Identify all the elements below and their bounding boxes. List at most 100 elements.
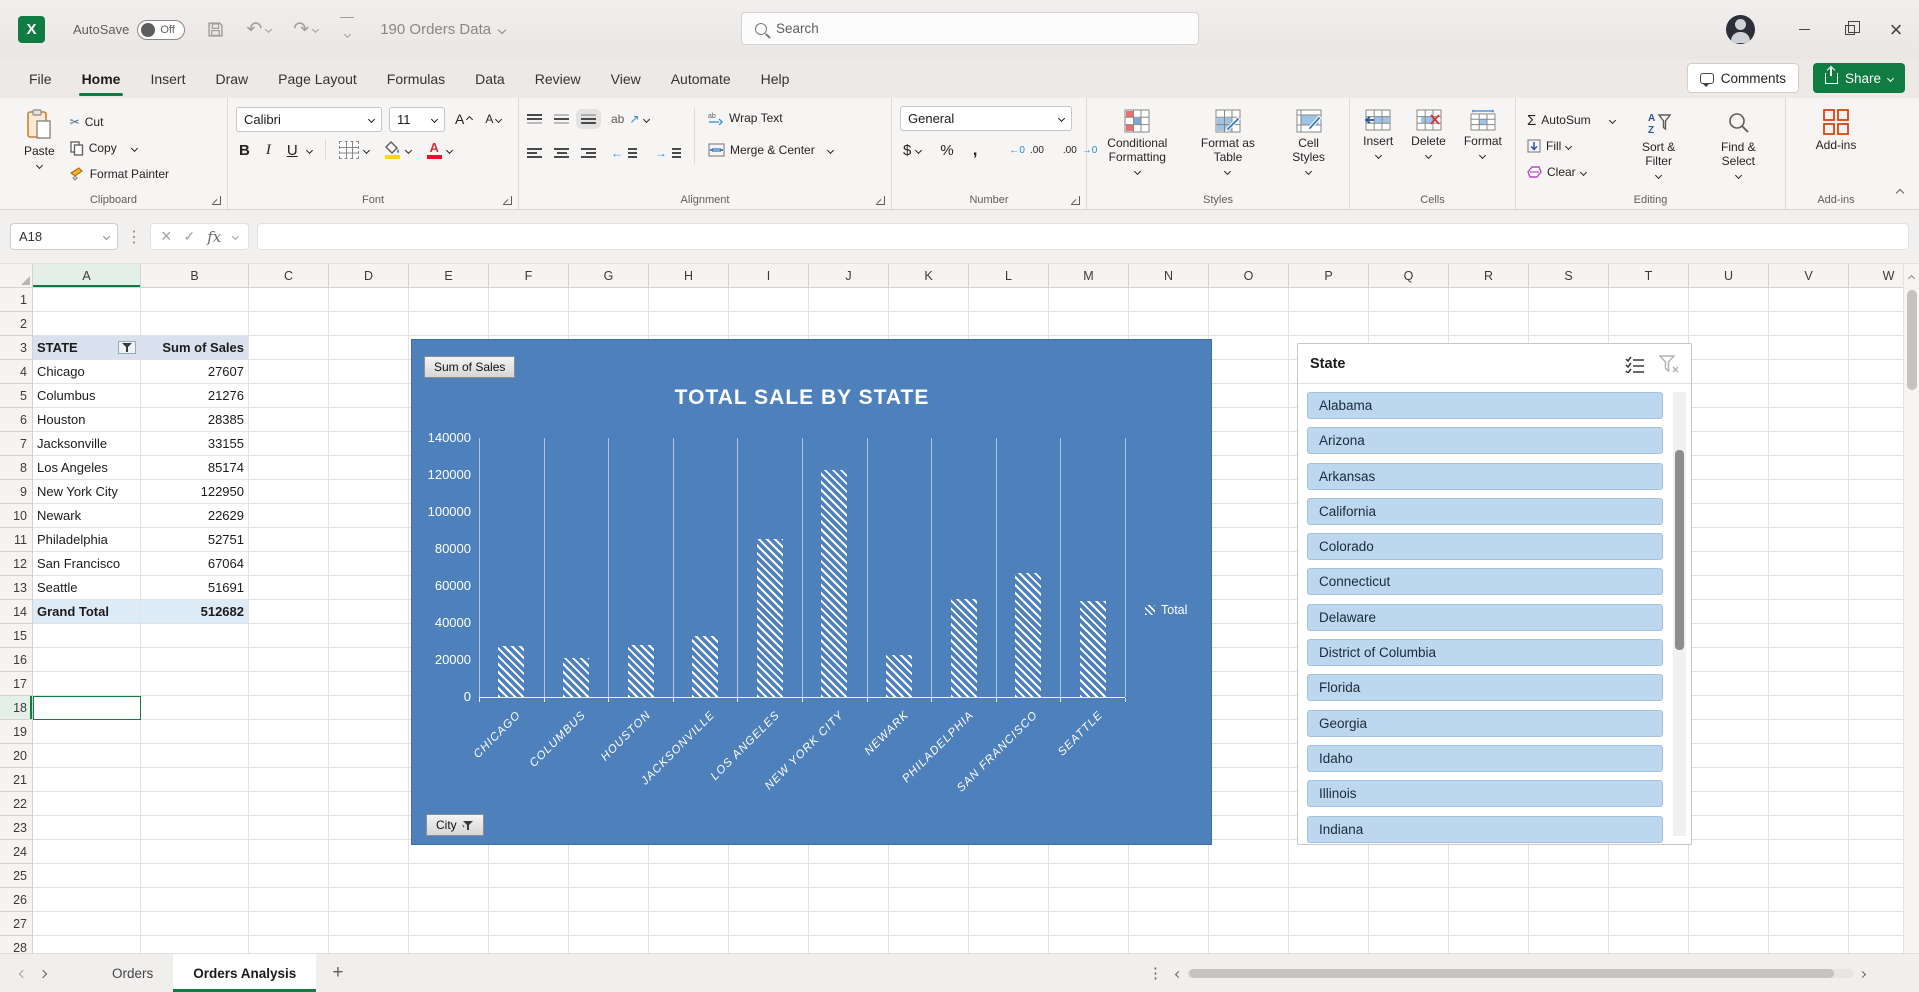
cell-B3[interactable]: Sum of Sales	[141, 336, 249, 360]
cell-I25[interactable]	[729, 864, 809, 888]
cell-O23[interactable]	[1209, 816, 1289, 840]
cell-H2[interactable]	[649, 312, 729, 336]
cell-B25[interactable]	[141, 864, 249, 888]
cell-A23[interactable]	[33, 816, 141, 840]
cell-G25[interactable]	[569, 864, 649, 888]
cell-K26[interactable]	[889, 888, 969, 912]
cell-C13[interactable]	[249, 576, 329, 600]
row-header-5[interactable]: 5	[0, 384, 33, 408]
cell-V27[interactable]	[1769, 912, 1849, 936]
cell-V22[interactable]	[1769, 792, 1849, 816]
vertical-scroll-thumb[interactable]	[1907, 290, 1917, 390]
cell-B17[interactable]	[141, 672, 249, 696]
row-header-13[interactable]: 13	[0, 576, 33, 600]
slicer-item-colorado[interactable]: Colorado	[1307, 533, 1663, 560]
cell-C25[interactable]	[249, 864, 329, 888]
cell-A13[interactable]: Seattle	[33, 576, 141, 600]
cell-D26[interactable]	[329, 888, 409, 912]
cell-O16[interactable]	[1209, 648, 1289, 672]
cell-D20[interactable]	[329, 744, 409, 768]
row-header-6[interactable]: 6	[0, 408, 33, 432]
addins-button[interactable]: Add-ins	[1810, 106, 1863, 156]
cell-T25[interactable]	[1609, 864, 1689, 888]
cell-A28[interactable]	[33, 936, 141, 953]
cell-E25[interactable]	[409, 864, 489, 888]
cell-I27[interactable]	[729, 912, 809, 936]
minimize-button[interactable]	[1781, 0, 1827, 59]
cell-F27[interactable]	[489, 912, 569, 936]
cell-N1[interactable]	[1129, 288, 1209, 312]
currency-format-button[interactable]: $	[900, 138, 924, 162]
row-header-24[interactable]: 24	[0, 840, 33, 864]
column-header-R[interactable]: R	[1449, 264, 1529, 288]
sheet-tab-orders[interactable]: Orders	[92, 954, 173, 992]
insert-function-icon[interactable]: fx	[207, 228, 221, 246]
cell-C14[interactable]	[249, 600, 329, 624]
italic-button[interactable]: I	[263, 138, 274, 162]
cell-H28[interactable]	[649, 936, 729, 953]
cell-D15[interactable]	[329, 624, 409, 648]
undo-button[interactable]: ↶	[246, 18, 271, 41]
cell-O11[interactable]	[1209, 528, 1289, 552]
cell-I2[interactable]	[729, 312, 809, 336]
cell-M28[interactable]	[1049, 936, 1129, 953]
cell-B26[interactable]	[141, 888, 249, 912]
cell-O1[interactable]	[1209, 288, 1289, 312]
cell-O19[interactable]	[1209, 720, 1289, 744]
next-sheet-icon[interactable]	[34, 958, 52, 988]
cell-R26[interactable]	[1449, 888, 1529, 912]
cell-A10[interactable]: Newark	[33, 504, 141, 528]
cell-N25[interactable]	[1129, 864, 1209, 888]
cell-P25[interactable]	[1289, 864, 1369, 888]
row-header-1[interactable]: 1	[0, 288, 33, 312]
cell-U2[interactable]	[1689, 312, 1769, 336]
cell-V6[interactable]	[1769, 408, 1849, 432]
cell-A11[interactable]: Philadelphia	[33, 528, 141, 552]
underline-button[interactable]: U	[284, 138, 315, 162]
cell-B22[interactable]	[141, 792, 249, 816]
restore-button[interactable]	[1827, 0, 1873, 59]
align-top-icon[interactable]	[527, 114, 542, 124]
cell-V11[interactable]	[1769, 528, 1849, 552]
cell-D11[interactable]	[329, 528, 409, 552]
cell-V25[interactable]	[1769, 864, 1849, 888]
search-input[interactable]: Search	[741, 12, 1199, 45]
cell-D10[interactable]	[329, 504, 409, 528]
namebox-options-icon[interactable]: ⋮	[126, 227, 142, 247]
cell-G2[interactable]	[569, 312, 649, 336]
cell-A18[interactable]	[33, 696, 141, 720]
align-middle-icon[interactable]	[554, 114, 569, 124]
cell-A20[interactable]	[33, 744, 141, 768]
cell-C16[interactable]	[249, 648, 329, 672]
cell-B14[interactable]: 512682	[141, 600, 249, 624]
cell-V23[interactable]	[1769, 816, 1849, 840]
cell-J2[interactable]	[809, 312, 889, 336]
cell-S26[interactable]	[1529, 888, 1609, 912]
increase-font-button[interactable]: A	[452, 107, 475, 131]
font-name-select[interactable]: Calibri	[236, 107, 382, 132]
cell-M2[interactable]	[1049, 312, 1129, 336]
cell-A24[interactable]	[33, 840, 141, 864]
cell-D1[interactable]	[329, 288, 409, 312]
cell-V19[interactable]	[1769, 720, 1849, 744]
cell-A4[interactable]: Chicago	[33, 360, 141, 384]
cell-U22[interactable]	[1689, 792, 1769, 816]
cell-V24[interactable]	[1769, 840, 1849, 864]
cell-G1[interactable]	[569, 288, 649, 312]
cell-M25[interactable]	[1049, 864, 1129, 888]
align-bottom-icon[interactable]	[581, 114, 596, 124]
fill-color-button[interactable]	[382, 138, 414, 162]
slicer-item-indiana[interactable]: Indiana	[1307, 816, 1663, 843]
cell-P2[interactable]	[1289, 312, 1369, 336]
bar-newark[interactable]	[886, 655, 912, 697]
ribbon-tab-data[interactable]: Data	[460, 59, 520, 98]
cell-K2[interactable]	[889, 312, 969, 336]
cell-C24[interactable]	[249, 840, 329, 864]
bar-jacksonville[interactable]	[692, 636, 718, 697]
cell-B9[interactable]: 122950	[141, 480, 249, 504]
cell-U16[interactable]	[1689, 648, 1769, 672]
cell-F26[interactable]	[489, 888, 569, 912]
cell-C6[interactable]	[249, 408, 329, 432]
cell-S25[interactable]	[1529, 864, 1609, 888]
row-header-14[interactable]: 14	[0, 600, 33, 624]
